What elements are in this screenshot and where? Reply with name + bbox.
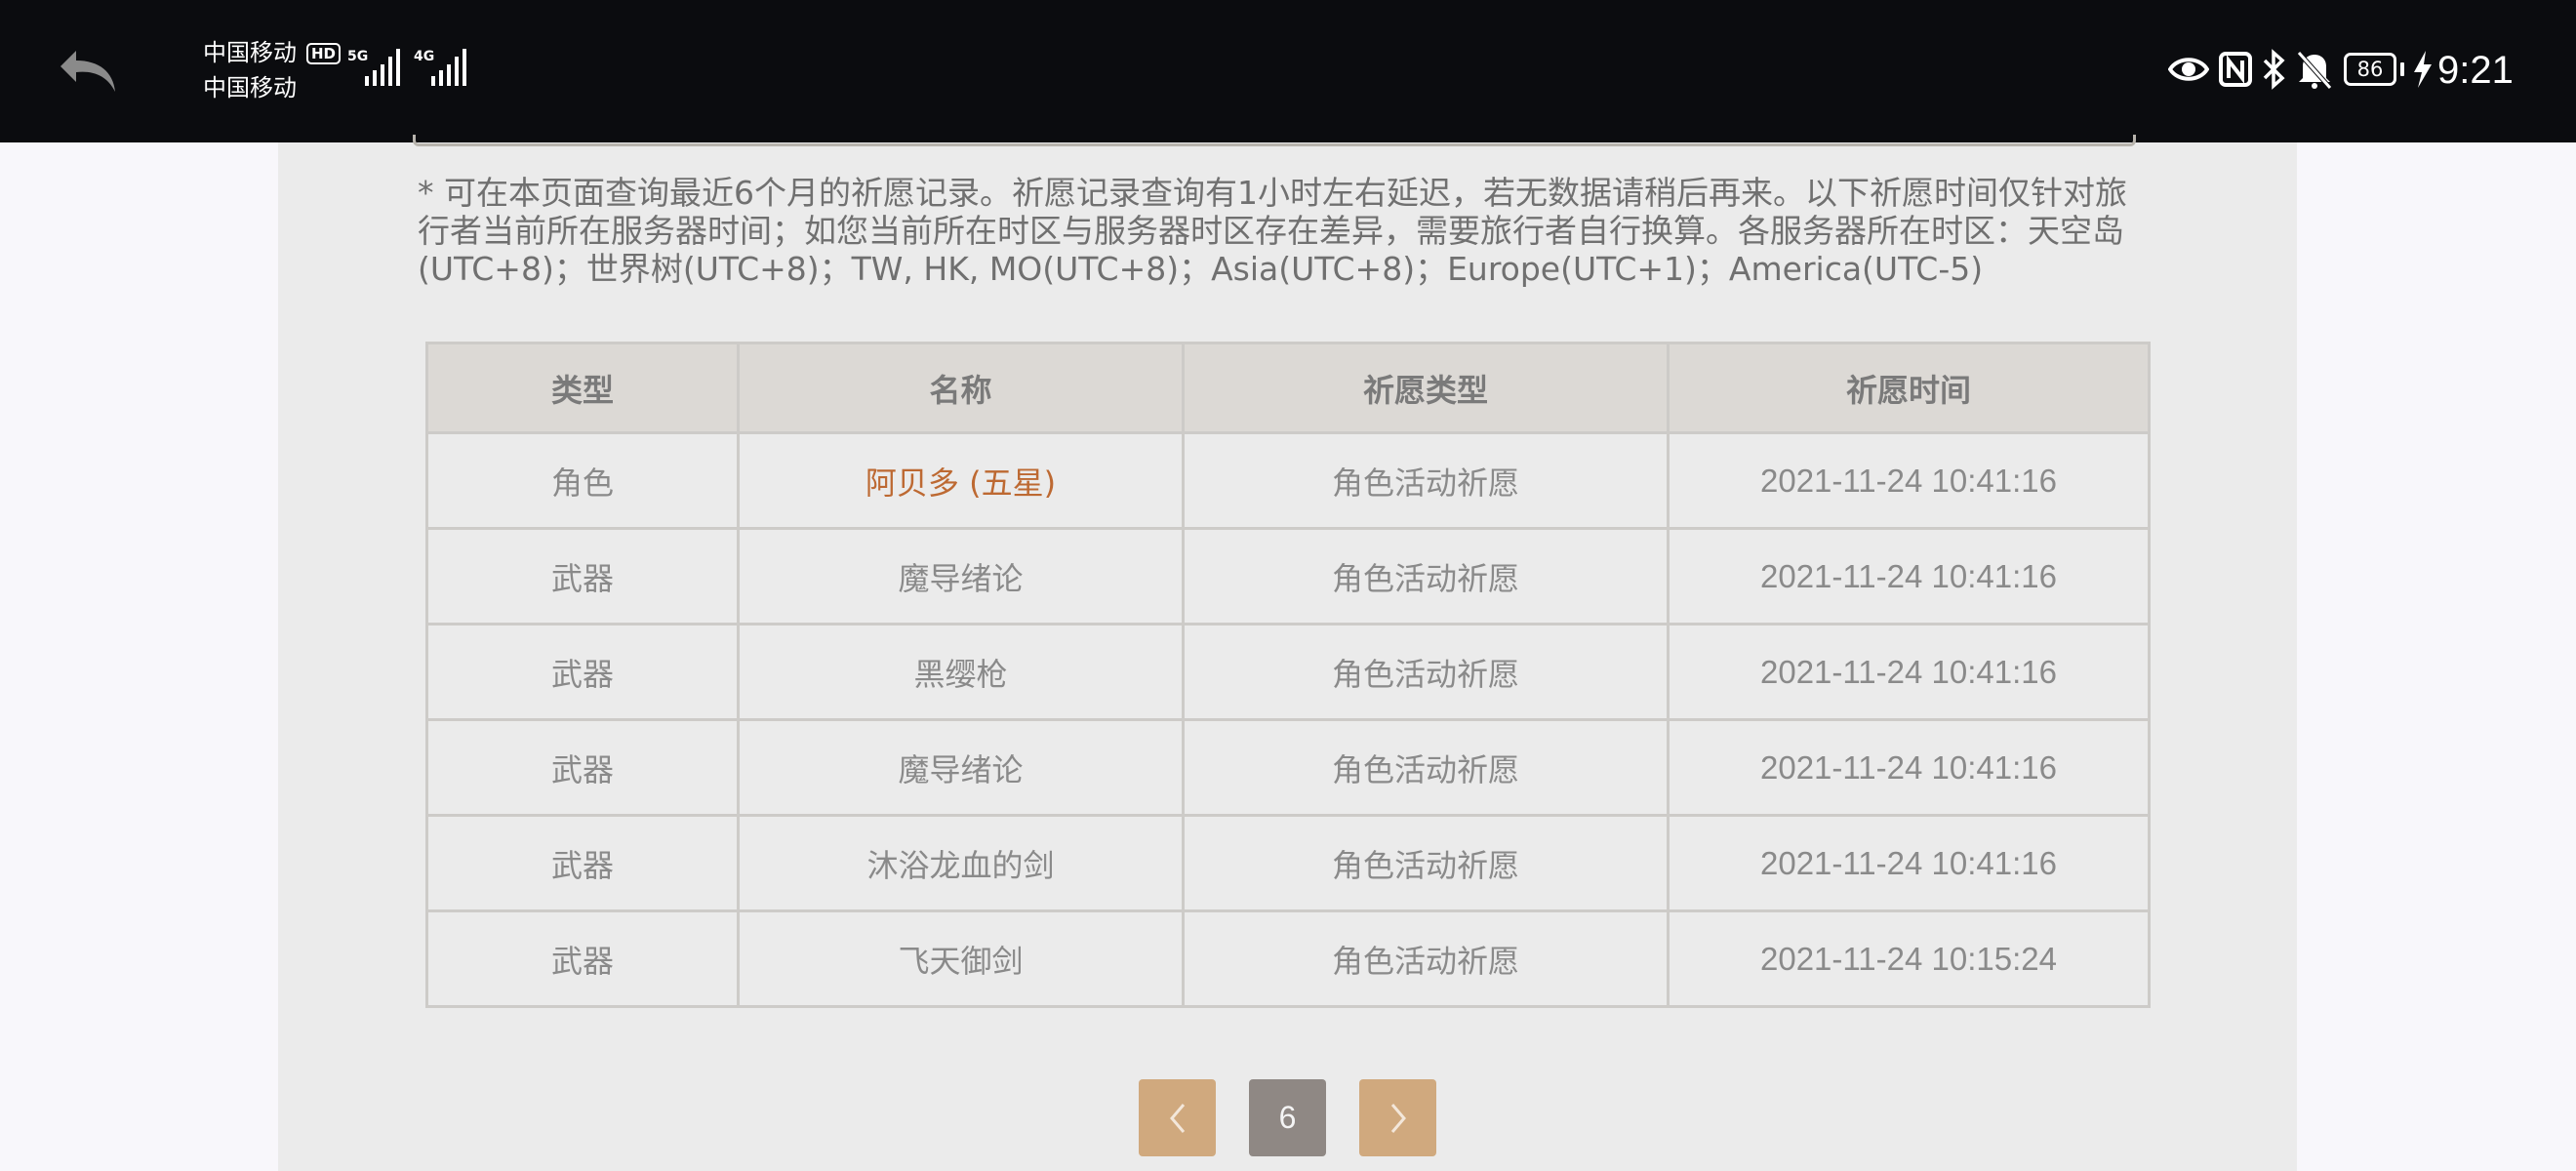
cell-name: 魔导绪论 [737, 718, 1185, 817]
cell-time: 2021-11-24 10:41:16 [1667, 431, 2151, 530]
table-row: 武器 沐浴龙血的剑 角色活动祈愿 2021-11-24 10:41:16 [425, 814, 2151, 912]
back-button[interactable] [55, 37, 125, 107]
cell-wish-type: 角色活动祈愿 [1182, 909, 1670, 1008]
status-bar: 中国移动 中国移动 HD 5G 4G 86 9:21 [0, 0, 2576, 142]
eye-comfort-icon [2168, 58, 2209, 81]
wish-history-panel: * 可在本页面查询最近6个月的祈愿记录。祈愿记录查询有1小时左右延迟，若无数据请… [278, 135, 2297, 1171]
cell-name: 黑缨枪 [737, 623, 1185, 721]
header-wish-time: 祈愿时间 [1667, 342, 2151, 434]
cell-wish-type: 角色活动祈愿 [1182, 623, 1670, 721]
wish-record-table: 类型 名称 祈愿类型 祈愿时间 角色 阿贝多 (五星) 角色活动祈愿 2021-… [425, 342, 2151, 1008]
cell-type: 武器 [425, 814, 740, 912]
back-arrow-icon [60, 51, 115, 92]
cell-time: 2021-11-24 10:41:16 [1667, 623, 2151, 721]
cell-type: 武器 [425, 909, 740, 1008]
nfc-icon [2219, 52, 2252, 87]
charging-icon [2414, 51, 2432, 88]
table-row: 角色 阿贝多 (五星) 角色活动祈愿 2021-11-24 10:41:16 [425, 431, 2151, 530]
current-page-indicator: 6 [1249, 1079, 1326, 1156]
table-row: 武器 魔导绪论 角色活动祈愿 2021-11-24 10:41:16 [425, 527, 2151, 626]
cell-type: 角色 [425, 431, 740, 530]
cell-type: 武器 [425, 527, 740, 626]
cell-type: 武器 [425, 718, 740, 817]
header-wish-type: 祈愿类型 [1182, 342, 1670, 434]
cell-name: 飞天御剑 [737, 909, 1185, 1008]
cell-time: 2021-11-24 10:15:24 [1667, 909, 2151, 1008]
table-row: 武器 飞天御剑 角色活动祈愿 2021-11-24 10:15:24 [425, 909, 2151, 1008]
battery-cap [2400, 62, 2404, 76]
carrier-1-label: 中国移动 [203, 39, 297, 66]
query-notice: * 可在本页面查询最近6个月的祈愿记录。祈愿记录查询有1小时左右延迟，若无数据请… [418, 174, 2127, 288]
header-name: 名称 [737, 342, 1185, 434]
cell-name: 沐浴龙血的剑 [737, 814, 1185, 912]
cell-name: 阿贝多 (五星) [737, 431, 1185, 530]
table-row: 武器 黑缨枪 角色活动祈愿 2021-11-24 10:41:16 [425, 623, 2151, 721]
signal-icon [431, 49, 466, 86]
header-type: 类型 [425, 342, 740, 434]
chevron-left-icon [1169, 1103, 1185, 1133]
battery-indicator: 86 [2344, 53, 2396, 86]
next-page-button[interactable] [1359, 1079, 1436, 1156]
filter-box-edge [413, 135, 2136, 146]
cell-type: 武器 [425, 623, 740, 721]
cell-wish-type: 角色活动祈愿 [1182, 527, 1670, 626]
clock: 9:21 [2437, 49, 2514, 92]
cell-time: 2021-11-24 10:41:16 [1667, 527, 2151, 626]
chevron-right-icon [1390, 1103, 1406, 1133]
cell-time: 2021-11-24 10:41:16 [1667, 814, 2151, 912]
cell-wish-type: 角色活动祈愿 [1182, 814, 1670, 912]
signal-icon [365, 49, 400, 86]
table-row: 武器 魔导绪论 角色活动祈愿 2021-11-24 10:41:16 [425, 718, 2151, 817]
prev-page-button[interactable] [1139, 1079, 1216, 1156]
cell-wish-type: 角色活动祈愿 [1182, 431, 1670, 530]
carrier-2-label: 中国移动 [203, 74, 297, 101]
cell-name: 魔导绪论 [737, 527, 1185, 626]
hd-badge: HD [306, 43, 342, 64]
table-header-row: 类型 名称 祈愿类型 祈愿时间 [425, 342, 2151, 434]
cell-wish-type: 角色活动祈愿 [1182, 718, 1670, 817]
cell-time: 2021-11-24 10:41:16 [1667, 718, 2151, 817]
mute-icon [2297, 51, 2332, 90]
bluetooth-icon [2263, 49, 2285, 90]
